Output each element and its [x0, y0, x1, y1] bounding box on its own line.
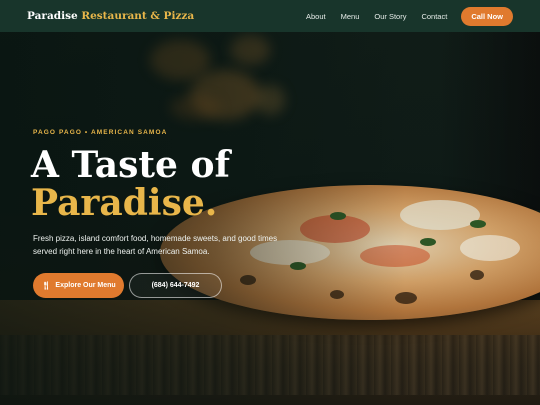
main-nav: About Menu Our Story Contact Call Now	[306, 6, 513, 26]
call-now-button[interactable]: Call Now	[461, 6, 513, 26]
explore-menu-button[interactable]: 🍴︎ Explore Our Menu	[33, 273, 124, 298]
hero-subtext: Fresh pizza, island comfort food, homema…	[33, 234, 278, 256]
explore-menu-label: Explore Our Menu	[55, 282, 116, 289]
nav-menu[interactable]: Menu	[341, 12, 360, 21]
utensils-icon: 🍴︎	[41, 281, 52, 290]
site-header: Paradise Restaurant & Pizza About Menu O…	[0, 0, 540, 32]
headline-line-1: A Taste of	[31, 144, 230, 186]
brand-accent: Restaurant & Pizza	[81, 10, 195, 22]
location-eyebrow: PAGO PAGO • AMERICAN SAMOA	[33, 129, 168, 136]
headline-line-2: Paradise.	[31, 182, 218, 224]
nav-our-story[interactable]: Our Story	[374, 12, 406, 21]
brand-name: Paradise	[27, 10, 78, 22]
hero-headline: A Taste of Paradise.	[31, 146, 230, 222]
brand-logo[interactable]: Paradise Restaurant & Pizza	[27, 10, 194, 22]
nav-about[interactable]: About	[306, 12, 326, 21]
phone-button[interactable]: (684) 644-7492	[129, 273, 222, 298]
nav-contact[interactable]: Contact	[421, 12, 447, 21]
